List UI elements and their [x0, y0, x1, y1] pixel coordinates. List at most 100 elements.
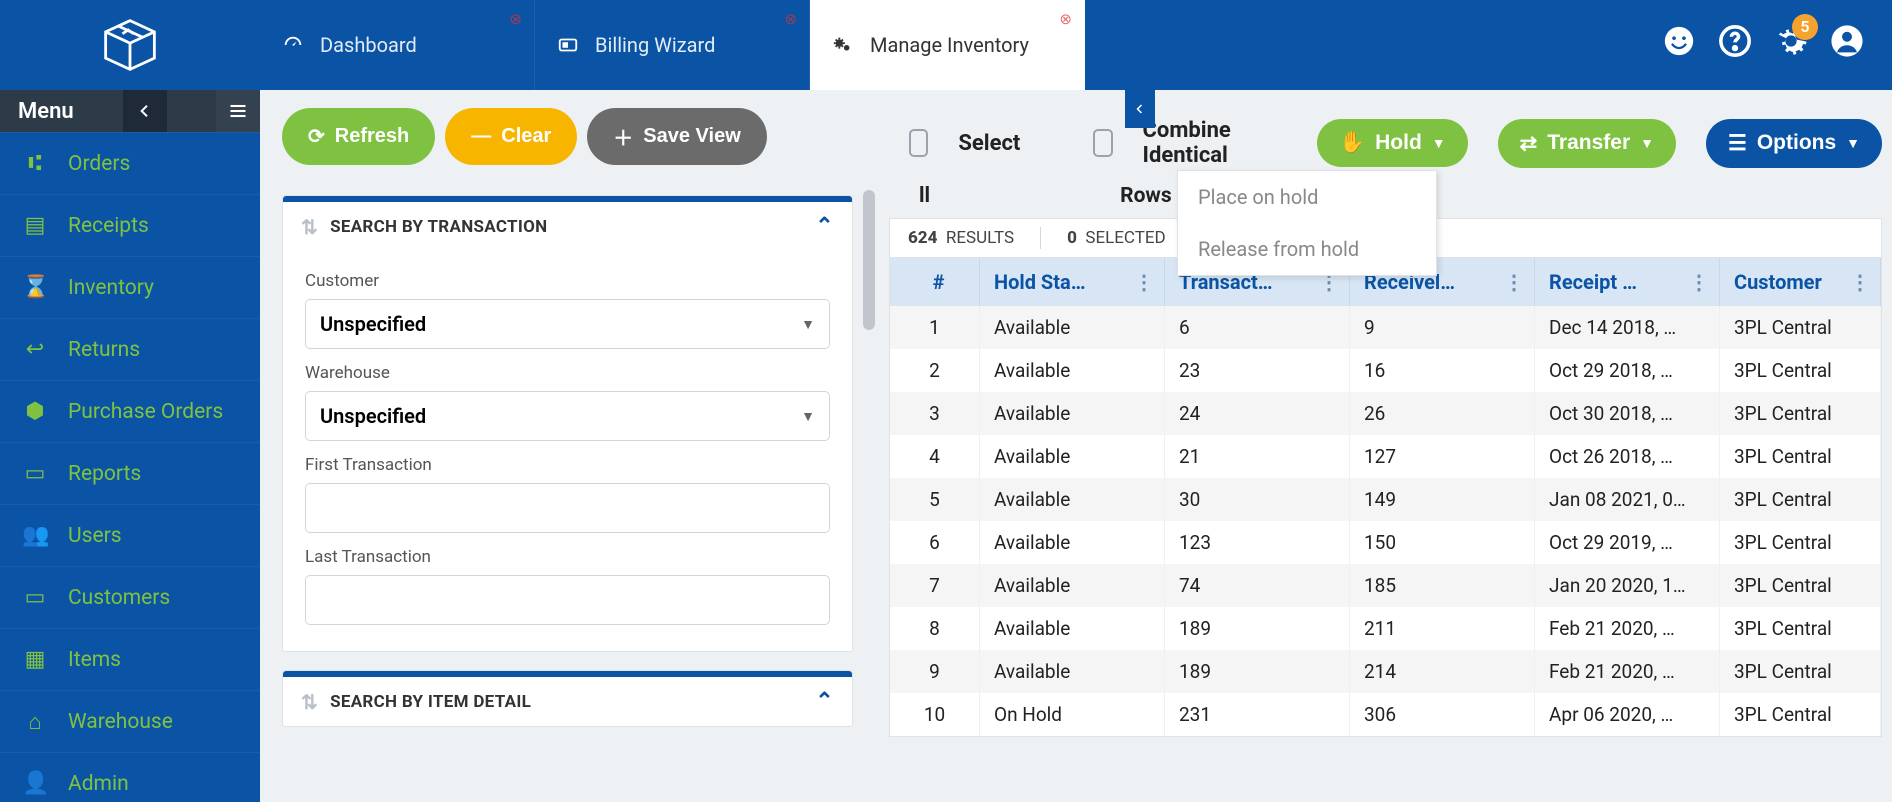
drag-handle-icon[interactable]: ⇅ [301, 690, 318, 714]
cell-receipt-date: Oct 26 2018, … [1535, 435, 1720, 478]
caret-down-icon: ▼ [1846, 135, 1860, 151]
column-menu-icon[interactable]: ⋮ [1689, 270, 1709, 294]
drag-handle-icon[interactable]: ⇅ [301, 215, 318, 239]
plus-icon: ＋ [613, 122, 633, 151]
warehouse-select[interactable]: Unspecified▼ [305, 391, 830, 441]
table-row[interactable]: 3Available2426Oct 30 2018, …3PL Central [890, 392, 1881, 435]
panel-body: Customer Unspecified▼ Warehouse Unspecif… [283, 251, 852, 651]
cell-customer: 3PL Central [1720, 521, 1881, 564]
column-hold-status[interactable]: Hold Sta…⋮ [980, 258, 1165, 306]
users-icon: 👥 [22, 523, 48, 548]
settings-icon[interactable]: 5 [1774, 24, 1808, 67]
help-icon[interactable] [1718, 24, 1752, 67]
cell-transaction: 6 [1165, 306, 1350, 349]
subhead-rows: Rows [1120, 184, 1172, 208]
close-icon[interactable]: ⊗ [784, 10, 797, 28]
cell-transaction: 24 [1165, 392, 1350, 435]
table-row[interactable]: 6Available123150Oct 29 2019, …3PL Centra… [890, 521, 1881, 564]
feedback-icon[interactable] [1662, 24, 1696, 67]
transfer-button[interactable]: ⇄Transfer▼ [1498, 119, 1676, 168]
table-row[interactable]: 9Available189214Feb 21 2020, …3PL Centra… [890, 650, 1881, 693]
save-view-button[interactable]: ＋Save View [587, 108, 766, 165]
column-menu-icon[interactable]: ⋮ [1850, 270, 1870, 294]
scrollbar-thumb[interactable] [863, 190, 875, 330]
column-number[interactable]: # [890, 258, 980, 306]
column-customer[interactable]: Customer⋮ [1720, 258, 1881, 306]
cell-transaction: 123 [1165, 521, 1350, 564]
notification-badge: 5 [1792, 14, 1818, 40]
cell-hold-status: Available [980, 392, 1165, 435]
table-row[interactable]: 8Available189211Feb 21 2020, …3PL Centra… [890, 607, 1881, 650]
subhead-all: ll [919, 184, 930, 208]
button-label: Transfer [1547, 131, 1630, 155]
sidebar-item-label: Users [68, 524, 122, 548]
sidebar-item-customers[interactable]: ▭Customers [0, 566, 260, 628]
place-on-hold-item[interactable]: Place on hold [1178, 171, 1436, 223]
column-menu-icon[interactable]: ⋮ [1504, 270, 1524, 294]
cell-customer: 3PL Central [1720, 478, 1881, 521]
sidebar-item-warehouse[interactable]: ⌂Warehouse [0, 690, 260, 752]
hold-button[interactable]: ✋Hold▼ [1317, 119, 1468, 167]
last-transaction-input[interactable] [305, 575, 830, 625]
cell-receipt-date: Oct 30 2018, … [1535, 392, 1720, 435]
column-menu-icon[interactable]: ⋮ [1134, 270, 1154, 294]
cell-hold-status: Available [980, 435, 1165, 478]
cell-customer: 3PL Central [1720, 693, 1881, 736]
cell-transaction: 23 [1165, 349, 1350, 392]
table-row[interactable]: 7Available74185Jan 20 2020, 1…3PL Centra… [890, 564, 1881, 607]
chevron-up-icon[interactable]: ⌃ [815, 214, 834, 239]
table-row[interactable]: 1Available69Dec 14 2018, …3PL Central [890, 306, 1881, 349]
chevron-up-icon[interactable]: ⌃ [815, 689, 834, 714]
cell-customer: 3PL Central [1720, 607, 1881, 650]
cell-hold-status: Available [980, 607, 1165, 650]
release-from-hold-item[interactable]: Release from hold [1178, 223, 1436, 275]
tab-label: Dashboard [320, 33, 417, 57]
cell-number: 3 [890, 392, 980, 435]
minus-icon: — [471, 125, 491, 148]
clear-button[interactable]: —Clear [445, 108, 577, 165]
cell-receive: 16 [1350, 349, 1535, 392]
sidebar-item-items[interactable]: ▦Items [0, 628, 260, 690]
customer-select[interactable]: Unspecified▼ [305, 299, 830, 349]
sidebar-item-returns[interactable]: ↩Returns [0, 318, 260, 380]
menu-header: Menu [0, 90, 260, 132]
sidebar-item-receipts[interactable]: ▤Receipts [0, 194, 260, 256]
select-checkbox[interactable] [909, 129, 928, 157]
sidebar-item-admin[interactable]: 👤Admin [0, 752, 260, 802]
sidebar-item-orders[interactable]: ⑆Orders [0, 132, 260, 194]
options-button[interactable]: ☰Options▼ [1706, 119, 1882, 168]
close-icon[interactable]: ⊗ [509, 10, 522, 28]
panel-header[interactable]: ⇅ SEARCH BY ITEM DETAIL ⌃ [283, 677, 852, 726]
return-icon: ↩ [22, 337, 48, 362]
sidebar-item-inventory[interactable]: ⌛Inventory [0, 256, 260, 318]
cell-transaction: 74 [1165, 564, 1350, 607]
tab-dashboard[interactable]: Dashboard ⊗ [260, 0, 535, 90]
hourglass-icon: ⌛ [22, 275, 48, 300]
cell-number: 10 [890, 693, 980, 736]
panel-header[interactable]: ⇅ SEARCH BY TRANSACTION ⌃ [283, 202, 852, 251]
sidebar-item-purchase-orders[interactable]: ⬢Purchase Orders [0, 380, 260, 442]
collapse-menu-button[interactable] [123, 90, 167, 132]
close-icon[interactable]: ⊗ [1059, 10, 1072, 28]
tab-manage-inventory[interactable]: Manage Inventory ⊗ [810, 0, 1085, 90]
table-row[interactable]: 2Available2316Oct 29 2018, …3PL Central [890, 349, 1881, 392]
cell-customer: 3PL Central [1720, 435, 1881, 478]
hand-icon: ✋ [1339, 131, 1365, 155]
cell-number: 4 [890, 435, 980, 478]
refresh-button[interactable]: ⟳Refresh [282, 108, 435, 165]
combine-checkbox[interactable] [1093, 129, 1112, 157]
table-row[interactable]: 4Available21127Oct 26 2018, …3PL Central [890, 435, 1881, 478]
first-transaction-input[interactable] [305, 483, 830, 533]
collapse-filters-button[interactable] [1125, 90, 1155, 128]
sidebar-item-users[interactable]: 👥 Users [0, 504, 260, 566]
search-by-item-detail-panel: ⇅ SEARCH BY ITEM DETAIL ⌃ [282, 670, 853, 727]
tab-billing-wizard[interactable]: Billing Wizard ⊗ [535, 0, 810, 90]
column-receipt-date[interactable]: Receipt …⋮ [1535, 258, 1720, 306]
hamburger-menu-button[interactable] [216, 90, 260, 132]
table-row[interactable]: 5Available30149Jan 08 2021, 0…3PL Centra… [890, 478, 1881, 521]
table-row[interactable]: 10On Hold231306Apr 06 2020, …3PL Central [890, 693, 1881, 736]
sitemap-icon: ⑆ [22, 151, 48, 176]
user-icon[interactable] [1830, 24, 1864, 67]
results-count-label: RESULTS [946, 228, 1014, 248]
sidebar-item-reports[interactable]: ▭Reports [0, 442, 260, 504]
